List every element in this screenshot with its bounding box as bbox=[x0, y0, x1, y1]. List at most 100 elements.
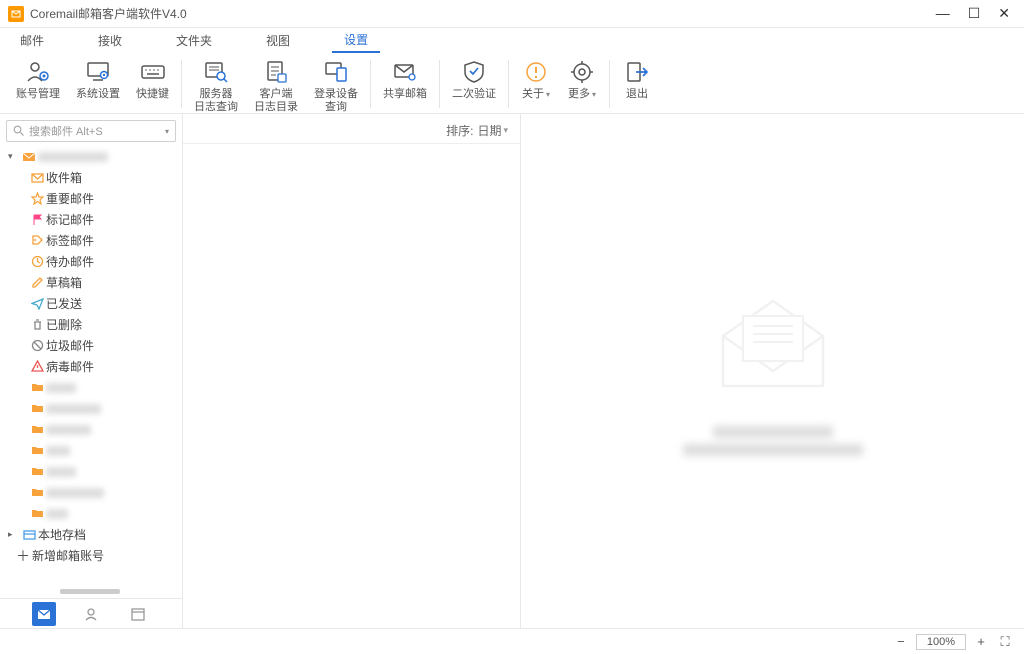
separator bbox=[439, 60, 440, 108]
minimize-button[interactable]: — bbox=[936, 5, 950, 22]
preview-panel bbox=[521, 114, 1024, 628]
document-icon bbox=[262, 58, 290, 86]
tree-folder[interactable] bbox=[0, 419, 182, 440]
folder-icon bbox=[28, 444, 46, 457]
shield-check-icon bbox=[460, 58, 488, 86]
tab-contacts[interactable] bbox=[79, 602, 103, 626]
flag-icon bbox=[28, 213, 46, 226]
pencil-icon bbox=[28, 276, 46, 289]
sort-value: 日期 bbox=[477, 122, 501, 139]
tree-folder[interactable] bbox=[0, 461, 182, 482]
tree-folder[interactable] bbox=[0, 398, 182, 419]
window-title: Coremail邮箱客户端软件V4.0 bbox=[30, 5, 936, 22]
tab-mail[interactable] bbox=[32, 602, 56, 626]
main-area: 搜索邮件 Alt+S ▾ ▾ 收件箱 重要邮件 标记邮件 标签邮件 待办邮件 草… bbox=[0, 114, 1024, 628]
shared-mailbox-button[interactable]: 共享邮箱 bbox=[375, 56, 435, 103]
device-query-button[interactable]: 登录设备 查询 bbox=[306, 56, 366, 116]
scrollbar-thumb[interactable] bbox=[60, 589, 120, 594]
separator bbox=[370, 60, 371, 108]
sidebar: 搜索邮件 Alt+S ▾ ▾ 收件箱 重要邮件 标记邮件 标签邮件 待办邮件 草… bbox=[0, 114, 183, 628]
tree-folder[interactable] bbox=[0, 440, 182, 461]
exit-icon bbox=[623, 58, 651, 86]
spam-icon bbox=[28, 339, 46, 352]
folder-tree: ▾ 收件箱 重要邮件 标记邮件 标签邮件 待办邮件 草稿箱 已发送 已删除 垃圾… bbox=[0, 146, 182, 587]
tree-folder[interactable] bbox=[0, 482, 182, 503]
exit-button[interactable]: 退出 bbox=[614, 56, 660, 103]
account-mgmt-button[interactable]: 账号管理 bbox=[8, 56, 68, 103]
zoom-out-button[interactable]: − bbox=[892, 634, 910, 649]
two-factor-button[interactable]: 二次验证 bbox=[444, 56, 504, 103]
tree-inbox[interactable]: 收件箱 bbox=[0, 167, 182, 188]
folder-icon bbox=[28, 507, 46, 520]
search-input[interactable]: 搜索邮件 Alt+S ▾ bbox=[6, 120, 176, 142]
tree-flagged[interactable]: 标记邮件 bbox=[0, 209, 182, 230]
menu-folder[interactable]: 文件夹 bbox=[164, 29, 224, 52]
user-gear-icon bbox=[24, 58, 52, 86]
chevron-down-icon[interactable]: ▾ bbox=[165, 127, 169, 136]
chevron-right-icon[interactable]: ▸ bbox=[8, 529, 20, 540]
account-name bbox=[38, 152, 108, 162]
tree-todo[interactable]: 待办邮件 bbox=[0, 251, 182, 272]
chevron-down-icon: ▾ bbox=[503, 125, 508, 136]
sidebar-bottom-tabs bbox=[0, 598, 182, 628]
menu-mail[interactable]: 邮件 bbox=[8, 29, 56, 52]
tree-tagged[interactable]: 标签邮件 bbox=[0, 230, 182, 251]
tree-important[interactable]: 重要邮件 bbox=[0, 188, 182, 209]
devices-icon bbox=[322, 58, 350, 86]
tree-folder[interactable] bbox=[0, 503, 182, 524]
server-log-button[interactable]: 服务器 日志查询 bbox=[186, 56, 246, 116]
tree-account[interactable]: ▾ bbox=[0, 146, 182, 167]
sort-label: 排序: bbox=[446, 122, 473, 139]
tree-junk[interactable]: 垃圾邮件 bbox=[0, 335, 182, 356]
status-bar: − 100% + ⛶ bbox=[0, 628, 1024, 654]
mail-share-icon bbox=[391, 58, 419, 86]
clock-icon bbox=[28, 255, 46, 268]
menu-settings[interactable]: 设置 bbox=[332, 28, 380, 53]
folder-icon bbox=[28, 486, 46, 499]
zoom-level[interactable]: 100% bbox=[916, 634, 966, 650]
mail-list-panel: 排序: 日期 ▾ bbox=[183, 114, 521, 628]
tree-deleted[interactable]: 已删除 bbox=[0, 314, 182, 335]
tree-add-account[interactable]: ＋新增邮箱账号 bbox=[0, 545, 182, 566]
folder-icon bbox=[28, 402, 46, 415]
tag-icon bbox=[28, 234, 46, 247]
sort-header[interactable]: 排序: 日期 ▾ bbox=[183, 118, 520, 144]
menu-receive[interactable]: 接收 bbox=[86, 29, 134, 52]
gear-icon bbox=[568, 58, 596, 86]
tab-calendar[interactable] bbox=[126, 602, 150, 626]
preview-placeholder-text bbox=[683, 420, 863, 462]
keyboard-icon bbox=[139, 58, 167, 86]
search-icon bbox=[13, 125, 25, 137]
separator bbox=[609, 60, 610, 108]
maximize-button[interactable]: ☐ bbox=[968, 5, 981, 22]
fullscreen-button[interactable]: ⛶ bbox=[996, 634, 1014, 650]
envelope-icon bbox=[703, 281, 843, 404]
tree-local[interactable]: ▸本地存档 bbox=[0, 524, 182, 545]
mail-icon bbox=[20, 150, 38, 164]
chevron-down-icon[interactable]: ▾ bbox=[8, 151, 20, 162]
close-button[interactable]: ✕ bbox=[998, 5, 1010, 22]
folder-icon bbox=[28, 381, 46, 394]
warning-icon bbox=[28, 360, 46, 373]
search-placeholder: 搜索邮件 Alt+S bbox=[29, 123, 165, 139]
info-icon bbox=[522, 58, 550, 86]
about-button[interactable]: 关于▾ bbox=[513, 56, 559, 103]
server-search-icon bbox=[202, 58, 230, 86]
menu-view[interactable]: 视图 bbox=[254, 29, 302, 52]
tree-virus[interactable]: 病毒邮件 bbox=[0, 356, 182, 377]
inbox-icon bbox=[28, 171, 46, 184]
separator bbox=[181, 60, 182, 108]
title-bar: Coremail邮箱客户端软件V4.0 — ☐ ✕ bbox=[0, 0, 1024, 28]
tree-sent[interactable]: 已发送 bbox=[0, 293, 182, 314]
hotkeys-button[interactable]: 快捷键 bbox=[128, 56, 177, 103]
tree-folder[interactable] bbox=[0, 377, 182, 398]
star-icon bbox=[28, 192, 46, 205]
system-settings-button[interactable]: 系统设置 bbox=[68, 56, 128, 103]
app-logo-icon bbox=[8, 6, 24, 22]
folder-icon bbox=[28, 423, 46, 436]
more-button[interactable]: 更多▾ bbox=[559, 56, 605, 103]
menu-bar: 邮件 接收 文件夹 视图 设置 bbox=[0, 28, 1024, 52]
zoom-in-button[interactable]: + bbox=[972, 634, 990, 649]
tree-drafts[interactable]: 草稿箱 bbox=[0, 272, 182, 293]
client-log-button[interactable]: 客户端 日志目录 bbox=[246, 56, 306, 116]
